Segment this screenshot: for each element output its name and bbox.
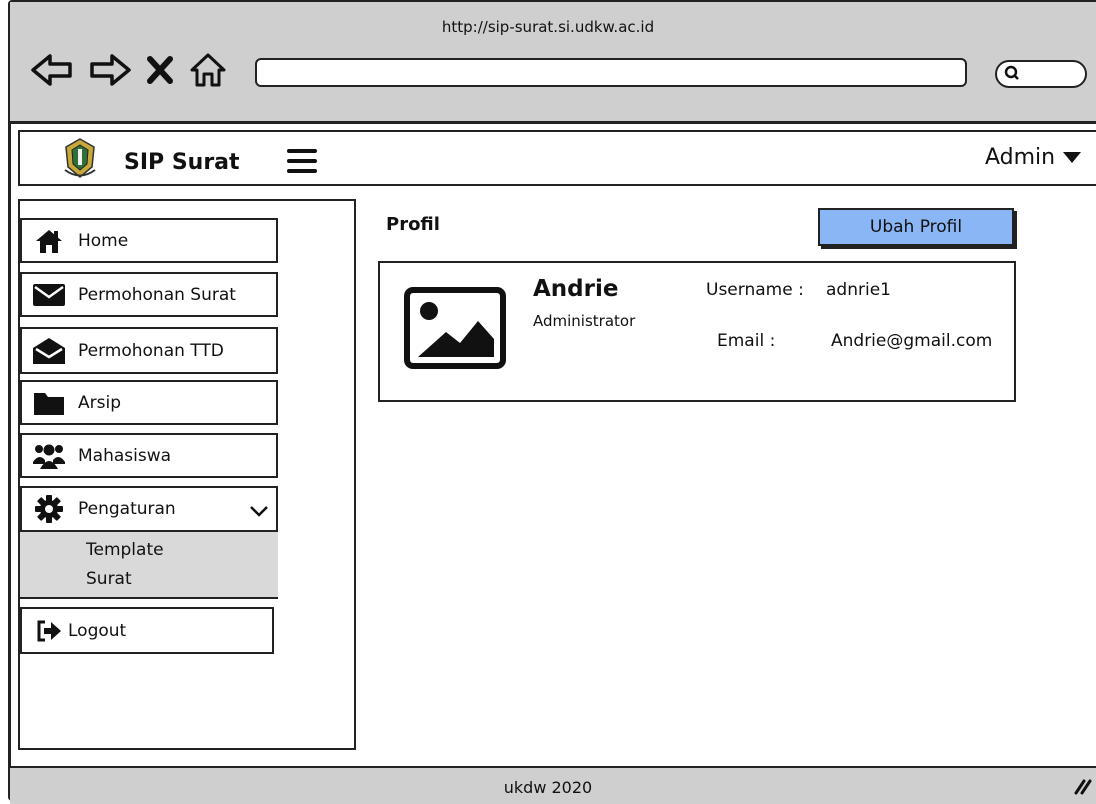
sidebar-item-label: Mahasiswa [78, 445, 172, 466]
email-value: Andrie@gmail.com [831, 331, 993, 351]
envelope-open-icon [32, 337, 66, 365]
envelope-icon [32, 281, 66, 309]
sidebar-item-label: Permohonan Surat [78, 284, 236, 305]
page-title: Profil [386, 214, 440, 235]
address-bar[interactable] [255, 58, 967, 87]
username-label: Username : [706, 280, 804, 300]
username-value: adnrie1 [826, 280, 891, 300]
submenu-item-surat[interactable]: Surat [86, 569, 132, 589]
url-text: http://sip-surat.si.udkw.ac.id [441, 18, 655, 36]
user-menu[interactable]: Admin [985, 145, 1082, 170]
logout-label: Logout [68, 620, 127, 641]
back-icon[interactable] [30, 52, 74, 88]
profile-name: Andrie [533, 276, 619, 302]
stop-icon[interactable] [146, 55, 174, 85]
sidebar-item-label: Arsip [78, 392, 121, 413]
sidebar-item-permohonan-surat[interactable]: Permohonan Surat [20, 272, 278, 317]
sidebar-item-label: Home [78, 230, 129, 251]
submenu-item-template[interactable]: Template [86, 540, 164, 560]
caret-down-icon [1063, 152, 1082, 163]
footer-text: ukdw 2020 [503, 778, 593, 797]
forward-icon[interactable] [88, 52, 132, 88]
pengaturan-submenu: Template Surat [20, 532, 278, 599]
gear-icon [32, 495, 66, 523]
sidebar-item-mahasiswa[interactable]: Mahasiswa [20, 433, 278, 478]
search-icon [1004, 65, 1019, 80]
users-icon [32, 442, 66, 470]
profile-role: Administrator [533, 312, 636, 330]
folder-icon [32, 389, 66, 417]
university-logo [64, 138, 96, 178]
logout-icon [36, 617, 62, 645]
sidebar-item-label: Pengaturan [78, 499, 176, 519]
sidebar-item-home[interactable]: Home [20, 218, 278, 263]
home-nav-icon[interactable] [188, 52, 228, 88]
sidebar-item-pengaturan[interactable]: Pengaturan [20, 486, 278, 532]
sidebar-item-label: Permohonan TTD [78, 340, 224, 361]
sidebar-item-permohonan-ttd[interactable]: Permohonan TTD [20, 327, 278, 374]
chevron-down-icon[interactable] [249, 504, 269, 518]
sidebar-item-arsip[interactable]: Arsip [20, 380, 278, 425]
resize-grip-icon[interactable] [1072, 777, 1094, 795]
logout-button[interactable]: Logout [20, 607, 274, 654]
email-label: Email : [717, 331, 776, 351]
user-menu-label: Admin [985, 145, 1056, 170]
home-icon [32, 227, 66, 255]
edit-profile-button[interactable]: Ubah Profil [818, 208, 1014, 246]
app-brand[interactable]: SIP Surat [124, 150, 240, 175]
browser-nav [30, 50, 260, 90]
avatar-image-icon [404, 287, 506, 369]
hamburger-menu-icon[interactable] [287, 149, 317, 175]
